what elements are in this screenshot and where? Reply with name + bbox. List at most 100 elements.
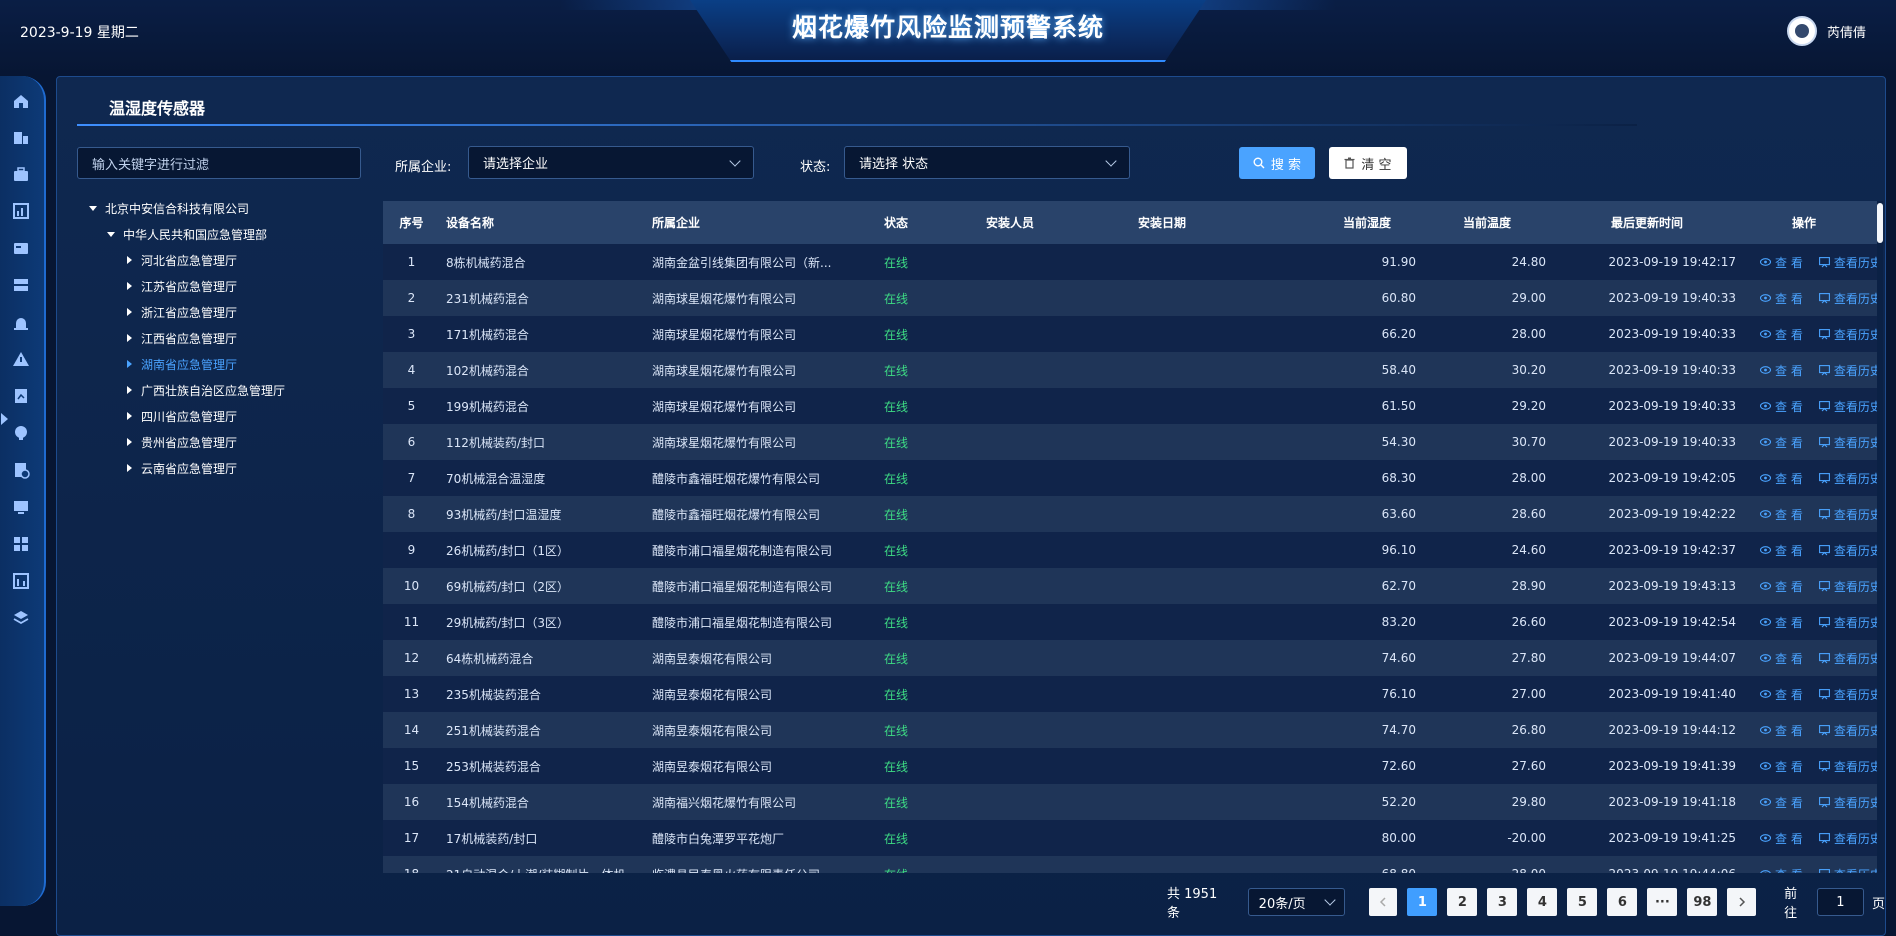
view-link[interactable]: 查 看 (1760, 326, 1803, 343)
caret-right-icon[interactable] (127, 464, 132, 472)
view-link[interactable]: 查 看 (1760, 470, 1803, 487)
table-row[interactable]: 6 112机械装药/封口 湖南球星烟花爆竹有限公司 在线 54.30 30.70 2023-… (383, 424, 1879, 460)
next-page-button[interactable] (1727, 888, 1757, 916)
clear-button[interactable]: 清 空 (1329, 147, 1407, 179)
document-check-icon[interactable] (12, 461, 30, 479)
view-link[interactable]: 查 看 (1760, 506, 1803, 523)
monitor-chart-icon[interactable] (12, 498, 30, 516)
bar-chart-icon[interactable] (12, 202, 30, 220)
page-button[interactable]: 1 (1407, 888, 1438, 916)
view-history-link[interactable]: 查看历史数据 (1818, 794, 1878, 811)
view-history-link[interactable]: 查看历史数据 (1818, 578, 1878, 595)
table-row[interactable]: 16 154机械药混合 湖南福兴烟花爆竹有限公司 在线 52.20 29.80 2023-0… (383, 784, 1879, 820)
view-link[interactable]: 查 看 (1760, 794, 1803, 811)
view-link[interactable]: 查 看 (1760, 398, 1803, 415)
view-history-link[interactable]: 查看历史数据 (1818, 686, 1878, 703)
caret-down-icon[interactable] (107, 231, 115, 237)
table-row[interactable]: 14 251机械装药混合 湖南昱泰烟花有限公司 在线 74.70 26.80 2023-09… (383, 712, 1879, 748)
view-link[interactable]: 查 看 (1760, 578, 1803, 595)
search-button[interactable]: 搜 索 (1239, 147, 1315, 179)
table-row[interactable]: 3 171机械药混合 湖南球星烟花爆竹有限公司 在线 66.20 28.00 2023-09… (383, 316, 1879, 352)
view-history-link[interactable]: 查看历史数据 (1818, 434, 1878, 451)
more-pages-button[interactable]: ··· (1647, 888, 1678, 916)
view-link[interactable]: 查 看 (1760, 758, 1803, 775)
view-history-link[interactable]: 查看历史数据 (1818, 758, 1878, 775)
table-row[interactable]: 11 29机械药/封口（3区） 醴陵市浦口福星烟花制造有限公司 在线 83.20 26.6… (383, 604, 1879, 640)
view-link[interactable]: 查 看 (1760, 830, 1803, 847)
table-row[interactable]: 13 235机械装药混合 湖南昱泰烟花有限公司 在线 76.10 27.00 2023-09… (383, 676, 1879, 712)
tree-node-province[interactable]: 云南省应急管理厅 (81, 455, 361, 481)
tree-node-province[interactable]: 浙江省应急管理厅 (81, 299, 361, 325)
view-link[interactable]: 查 看 (1760, 722, 1803, 739)
page-button[interactable]: 5 (1567, 888, 1598, 916)
view-link[interactable]: 查 看 (1760, 362, 1803, 379)
table-row[interactable]: 1 8栋机械药混合 湖南金盆引线集团有限公司（新... 在线 91.90 24.80 202… (383, 244, 1879, 280)
avatar[interactable] (1786, 16, 1817, 46)
view-link[interactable]: 查 看 (1760, 614, 1803, 631)
caret-right-icon[interactable] (127, 412, 132, 420)
view-link[interactable]: 查 看 (1760, 290, 1803, 307)
tree-node-root[interactable]: 北京中安信合科技有限公司 (81, 195, 361, 221)
view-history-link[interactable]: 查看历史数据 (1818, 650, 1878, 667)
view-link[interactable]: 查 看 (1760, 434, 1803, 451)
caret-right-icon[interactable] (127, 256, 132, 264)
tree-node-province[interactable]: 江苏省应急管理厅 (81, 273, 361, 299)
caret-right-icon[interactable] (127, 360, 132, 368)
page-button[interactable]: 98 (1687, 888, 1718, 916)
table-row[interactable]: 2 231机械药混合 湖南球星烟花爆竹有限公司 在线 60.80 29.00 2023-09… (383, 280, 1879, 316)
table-row[interactable]: 5 199机械药混合 湖南球星烟花爆竹有限公司 在线 61.50 29.20 2023-09… (383, 388, 1879, 424)
page-size-select[interactable]: 20条/页 (1247, 888, 1345, 916)
view-history-link[interactable]: 查看历史数据 (1818, 830, 1878, 847)
server-icon[interactable] (12, 276, 30, 294)
id-card-icon[interactable] (12, 239, 30, 257)
user-menu[interactable]: 芮倩倩 (1786, 16, 1866, 46)
view-history-link[interactable]: 查看历史数据 (1818, 470, 1878, 487)
keyword-filter-input[interactable]: 输入关键字进行过滤 (77, 147, 361, 179)
caret-right-icon[interactable] (127, 282, 132, 290)
view-link[interactable]: 查 看 (1760, 686, 1803, 703)
view-link[interactable]: 查 看 (1760, 866, 1803, 873)
view-history-link[interactable]: 查看历史数据 (1818, 254, 1878, 271)
tree-node-province[interactable]: 广西壮族自治区应急管理厅 (81, 377, 361, 403)
tree-node-province[interactable]: 江西省应急管理厅 (81, 325, 361, 351)
briefcase-icon[interactable] (12, 165, 30, 183)
view-history-link[interactable]: 查看历史数据 (1818, 722, 1878, 739)
table-row[interactable]: 12 64栋机械药混合 湖南昱泰烟花有限公司 在线 74.60 27.80 2023-09-… (383, 640, 1879, 676)
column-chart-icon[interactable] (12, 572, 30, 590)
page-button[interactable]: 2 (1447, 888, 1478, 916)
view-link[interactable]: 查 看 (1760, 650, 1803, 667)
caret-right-icon[interactable] (127, 308, 132, 316)
caret-down-icon[interactable] (89, 205, 97, 211)
page-button[interactable]: 4 (1527, 888, 1558, 916)
table-row[interactable]: 4 102机械药混合 湖南球星烟花爆竹有限公司 在线 58.40 30.20 2023-09… (383, 352, 1879, 388)
tree-node-province[interactable]: 四川省应急管理厅 (81, 403, 361, 429)
layers-icon[interactable] (12, 609, 30, 627)
view-history-link[interactable]: 查看历史数据 (1818, 398, 1878, 415)
view-history-link[interactable]: 查看历史数据 (1818, 506, 1878, 523)
caret-right-icon[interactable] (127, 334, 132, 342)
warning-icon[interactable] (12, 350, 30, 368)
table-row[interactable]: 15 253机械装药混合 湖南昱泰烟花有限公司 在线 72.60 27.60 2023-09… (383, 748, 1879, 784)
page-button[interactable]: 3 (1487, 888, 1518, 916)
bulb-icon[interactable] (12, 424, 30, 442)
table-row[interactable]: 7 70机械混合温湿度 醴陵市鑫福旺烟花爆竹有限公司 在线 68.30 28.00 2023… (383, 460, 1879, 496)
view-history-link[interactable]: 查看历史数据 (1818, 290, 1878, 307)
table-row[interactable]: 1821自动混合/上潮/装糊制片一体机临澧县民泰黑火药有限责任公司在线 68.80… (383, 856, 1879, 873)
view-history-link[interactable]: 查看历史数据 (1818, 542, 1878, 559)
caret-right-icon[interactable] (127, 438, 132, 446)
tree-node-ministry[interactable]: 中华人民共和国应急管理部 (81, 221, 361, 247)
building-icon[interactable] (12, 128, 30, 146)
report-icon[interactable] (12, 387, 30, 405)
grid-icon[interactable] (12, 535, 30, 553)
tree-node-province[interactable]: 湖南省应急管理厅 (81, 351, 361, 377)
scrollbar-thumb[interactable] (1877, 203, 1883, 243)
alarm-icon[interactable] (12, 313, 30, 331)
enterprise-select[interactable]: 请选择企业 (468, 146, 754, 179)
table-row[interactable]: 17 17机械装药/封口 醴陵市白兔潭罗平花炮厂 在线 80.00 -20.00 2023-… (383, 820, 1879, 856)
goto-page-input[interactable]: 1 (1816, 888, 1864, 916)
table-row[interactable]: 10 69机械药/封口（2区） 醴陵市浦口福星烟花制造有限公司 在线 62.70 28.9… (383, 568, 1879, 604)
view-history-link[interactable]: 查看历史数据 (1818, 326, 1878, 343)
view-history-link[interactable]: 查看历史数据 (1818, 866, 1878, 873)
page-button[interactable]: 6 (1607, 888, 1638, 916)
table-row[interactable]: 9 26机械药/封口（1区） 醴陵市浦口福星烟花制造有限公司 在线 96.10 24.60… (383, 532, 1879, 568)
